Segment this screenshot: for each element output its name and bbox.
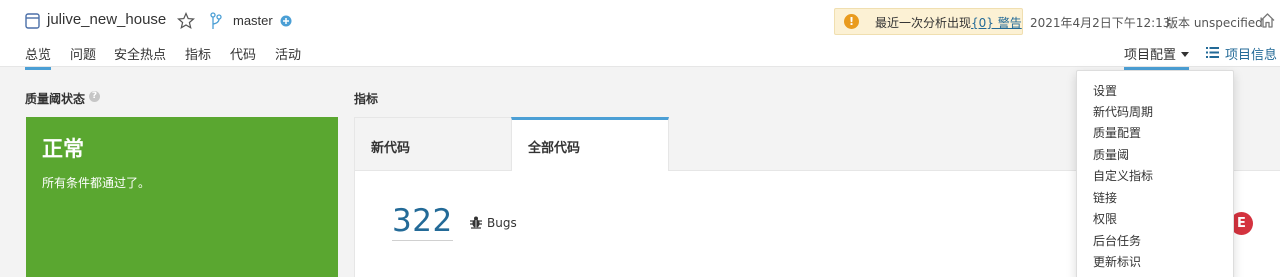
version-label: 版本 unspecified <box>1166 16 1263 30</box>
caret-down-icon <box>1181 52 1190 57</box>
menu-item-quality-gate[interactable]: 质量阈 <box>1093 146 1129 163</box>
exclamation-icon: ! <box>844 14 859 29</box>
menu-item-background-tasks[interactable]: 后台任务 <box>1093 232 1141 249</box>
quality-gate-description: 所有条件都通过了。 <box>42 176 151 190</box>
bug-icon <box>470 216 482 229</box>
menu-item-update-key[interactable]: 更新标识 <box>1093 253 1141 270</box>
list-icon[interactable] <box>1206 47 1219 58</box>
tab-new-code-label: 新代码 <box>371 141 411 156</box>
tab-overall-code-label: 全部代码 <box>528 141 581 156</box>
warning-message: 最近一次分析出现 <box>875 16 972 30</box>
quality-gate-status: 正常 <box>42 137 84 161</box>
menu-item-settings[interactable]: 设置 <box>1093 82 1117 99</box>
project-info-link[interactable]: 项目信息 <box>1225 44 1277 63</box>
analysis-date: 2021年4月2日下午12:13 <box>1030 16 1171 30</box>
plus-circle-icon[interactable] <box>280 15 292 27</box>
metrics-title: 指标 <box>354 92 379 106</box>
nav-overview[interactable]: 总览 <box>25 44 52 70</box>
warning-text: 最近一次分析出现{0} 警告 <box>875 14 1022 31</box>
menu-item-quality-profiles[interactable]: 质量配置 <box>1093 124 1141 141</box>
project-config-label: 项目配置 <box>1124 48 1177 63</box>
nav-code[interactable]: 代码 <box>230 44 256 67</box>
help-icon[interactable]: ? <box>89 91 100 102</box>
tab-new-code[interactable]: 新代码 <box>354 117 512 171</box>
nav-issues[interactable]: 问题 <box>70 44 96 67</box>
nav-activity[interactable]: 活动 <box>275 44 301 67</box>
project-name[interactable]: julive_new_house <box>47 11 166 28</box>
quality-gate-status-box: 正常 所有条件都通过了。 <box>26 117 338 277</box>
menu-item-permissions[interactable]: 权限 <box>1093 210 1117 227</box>
menu-item-links[interactable]: 链接 <box>1093 189 1117 206</box>
project-config-dropdown: 设置 新代码周期 质量配置 质量阈 自定义指标 链接 权限 后台任务 更新标识 <box>1076 70 1234 277</box>
quality-gate-title: 质量阈状态 <box>25 92 86 106</box>
analysis-warning-banner: ! 最近一次分析出现{0} 警告 <box>834 8 1023 35</box>
home-icon[interactable] <box>1259 12 1276 29</box>
bugs-label: Bugs <box>487 216 517 230</box>
menu-item-new-code-period[interactable]: 新代码周期 <box>1093 103 1153 120</box>
branch-icon <box>210 12 222 29</box>
menu-item-custom-measures[interactable]: 自定义指标 <box>1093 167 1153 184</box>
nav-security-hotspots[interactable]: 安全热点 <box>114 44 166 67</box>
project-config-menu[interactable]: 项目配置 <box>1124 44 1190 70</box>
tab-overall-code[interactable]: 全部代码 <box>511 117 669 171</box>
branch-name[interactable]: master <box>233 13 273 28</box>
bugs-count[interactable]: 322 <box>392 203 453 241</box>
star-icon[interactable] <box>177 12 195 30</box>
nav-measures[interactable]: 指标 <box>185 44 211 67</box>
project-icon <box>25 13 40 29</box>
top-bar: julive_new_house master ! 最近一次分析出现{0} 警告… <box>0 0 1280 70</box>
warnings-link[interactable]: {0} 警告 <box>971 16 1022 30</box>
